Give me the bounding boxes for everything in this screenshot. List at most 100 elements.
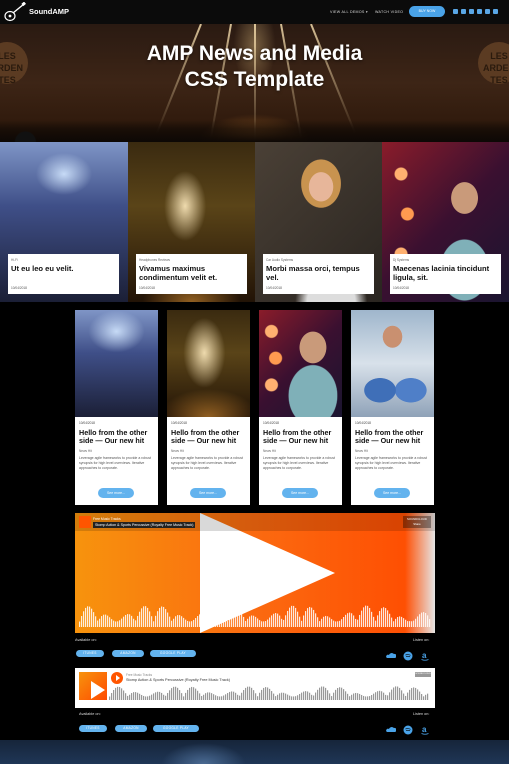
feature-tile[interactable]: Dj Systems Maecenas lacinia tincidunt li… — [382, 142, 509, 302]
amazon-icon[interactable]: a — [420, 725, 430, 735]
waveform-bar — [221, 696, 223, 700]
post-image[interactable] — [75, 310, 158, 417]
soundcloud-visual-player[interactable]: Free Music Tracks Stomp Action & Sports … — [75, 513, 435, 633]
waveform-bar — [179, 615, 181, 627]
youtube-icon[interactable] — [485, 9, 490, 14]
waveform-bar — [95, 616, 97, 627]
player-track-title[interactable]: Stomp Action & Sports Percussive (Royalt… — [126, 678, 230, 682]
tile-category[interactable]: Hi-Fi — [11, 258, 116, 262]
buy-now-button[interactable]: BUY NOW — [409, 6, 445, 17]
waveform-bar — [139, 611, 141, 627]
feature-tile-card[interactable]: Hi-Fi Ut eu leo eu velit. 10/04/2018 — [8, 254, 119, 294]
post-title[interactable]: Hello from the other side — Our new hit — [355, 428, 430, 446]
post-title[interactable]: Hello from the other side — Our new hit — [171, 428, 246, 446]
tile-title[interactable]: Morbi massa orci, tempus vel. — [266, 264, 371, 282]
soundcloud-logo-icon[interactable]: SOUNDCLOUD — [415, 672, 431, 677]
feature-tile[interactable]: Hi-Fi Ut eu leo eu velit. 10/04/2018 — [0, 142, 128, 302]
waveform-bar — [129, 694, 131, 700]
post-image[interactable] — [167, 310, 250, 417]
itunes-button[interactable]: ITUNES — [79, 725, 107, 732]
tile-title[interactable]: Maecenas lacinia tincidunt ligula, sit. — [393, 264, 498, 282]
post-title[interactable]: Hello from the other side — Our new hit — [79, 428, 154, 446]
play-button[interactable] — [111, 672, 123, 684]
share-label[interactable]: Share — [403, 522, 431, 526]
post-title[interactable]: Hello from the other side — Our new hit — [263, 428, 338, 446]
see-more-button[interactable]: See more... — [282, 488, 318, 498]
waveform-bar — [201, 613, 203, 627]
waveform-bar — [319, 621, 321, 627]
waveform-bar — [317, 689, 319, 700]
tile-title[interactable]: Vivamus maximus condimentum velit et. — [139, 264, 244, 282]
post-excerpt: Leverage agile frameworks to provide a r… — [171, 455, 243, 470]
feature-tile-card[interactable]: Car Audio Systems Morbi massa orci, temp… — [263, 254, 374, 294]
logo-text[interactable]: SoundAMP — [29, 7, 69, 16]
linkedin-icon[interactable] — [477, 9, 482, 14]
soundcloud-icon[interactable] — [386, 651, 396, 661]
google-play-button[interactable]: GOOGLE PLAY — [150, 650, 196, 657]
tile-title[interactable]: Ut eu leo eu velit. — [11, 264, 116, 274]
facebook-icon[interactable] — [453, 9, 458, 14]
waveform[interactable] — [109, 686, 429, 700]
waveform-bar — [169, 690, 171, 700]
feature-tile[interactable]: Headphones Reviews Vivamus maximus condi… — [128, 142, 255, 302]
player-user[interactable]: Free Music Tracks — [93, 517, 121, 521]
see-more-button[interactable]: See more... — [190, 488, 226, 498]
soundcloud-mini-player[interactable]: Free Music Tracks Stomp Action & Sports … — [75, 668, 435, 708]
waveform-bar — [125, 693, 127, 700]
waveform-bar — [389, 692, 391, 700]
waveform-bar — [309, 606, 311, 627]
soundcloud-icon[interactable] — [386, 725, 396, 735]
waveform-bar — [291, 605, 293, 627]
see-more-button[interactable]: See more... — [98, 488, 134, 498]
player-user[interactable]: Free Music Tracks — [126, 673, 152, 677]
tile-category[interactable]: Car Audio Systems — [266, 258, 371, 262]
instagram-icon[interactable] — [493, 9, 498, 14]
spotify-icon[interactable] — [403, 725, 413, 735]
nav-link-watch-video[interactable]: WATCH VIDEO — [375, 10, 403, 14]
waveform-bar — [409, 621, 411, 627]
waveform-bar — [227, 693, 229, 700]
itunes-button[interactable]: ITUNES — [76, 650, 104, 657]
amazon-button[interactable]: AMAZON — [112, 650, 144, 657]
avatar[interactable] — [79, 516, 91, 528]
post-card: 10/04/2018 Hello from the other side — O… — [259, 310, 342, 505]
player-artwork[interactable] — [79, 672, 107, 700]
post-image[interactable] — [259, 310, 342, 417]
waveform-bar — [401, 690, 403, 700]
waveform-bar — [417, 616, 419, 627]
post-card: 10/04/2018 Hello from the other side — O… — [351, 310, 434, 505]
waveform-bar — [255, 616, 257, 627]
post-image[interactable] — [351, 310, 434, 417]
guitar-logo-icon[interactable] — [4, 2, 26, 22]
amazon-icon[interactable]: a — [420, 651, 430, 661]
waveform-bar — [415, 618, 417, 627]
waveform-bar — [385, 694, 387, 700]
twitter-icon[interactable] — [461, 9, 466, 14]
waveform-bar — [241, 692, 243, 700]
waveform-bar — [177, 687, 179, 700]
feature-tile[interactable]: Car Audio Systems Morbi massa orci, temp… — [255, 142, 382, 302]
waveform[interactable] — [79, 605, 431, 627]
tile-category[interactable]: Headphones Reviews — [139, 258, 244, 262]
waveform-bar — [391, 689, 393, 700]
amazon-button[interactable]: AMAZON — [115, 725, 147, 732]
waveform-bar — [341, 619, 343, 627]
waveform-bar — [273, 613, 275, 627]
soundcloud-logo-icon[interactable]: SOUNDCLOUD Share — [403, 516, 431, 528]
feature-tile-card[interactable]: Headphones Reviews Vivamus maximus condi… — [136, 254, 247, 294]
pinterest-icon[interactable] — [469, 9, 474, 14]
waveform-bar — [337, 687, 339, 700]
waveform-bar — [335, 689, 337, 700]
spotify-icon[interactable] — [403, 651, 413, 661]
waveform-bar — [85, 607, 87, 627]
tile-category[interactable]: Dj Systems — [393, 258, 498, 262]
see-more-button[interactable]: See more... — [374, 488, 410, 498]
listen-on-label: Listen on: — [413, 712, 430, 716]
waveform-bar — [235, 606, 237, 627]
feature-tile-card[interactable]: Dj Systems Maecenas lacinia tincidunt li… — [390, 254, 501, 294]
google-play-button[interactable]: GOOGLE PLAY — [153, 725, 199, 732]
nav-link-view-all-demos[interactable]: VIEW ALL DEMOS ▾ — [330, 10, 368, 14]
player-track-title[interactable]: Stomp Action & Sports Percussive (Royalt… — [93, 522, 196, 528]
waveform-bar — [217, 696, 219, 700]
waveform-bar — [167, 612, 169, 627]
